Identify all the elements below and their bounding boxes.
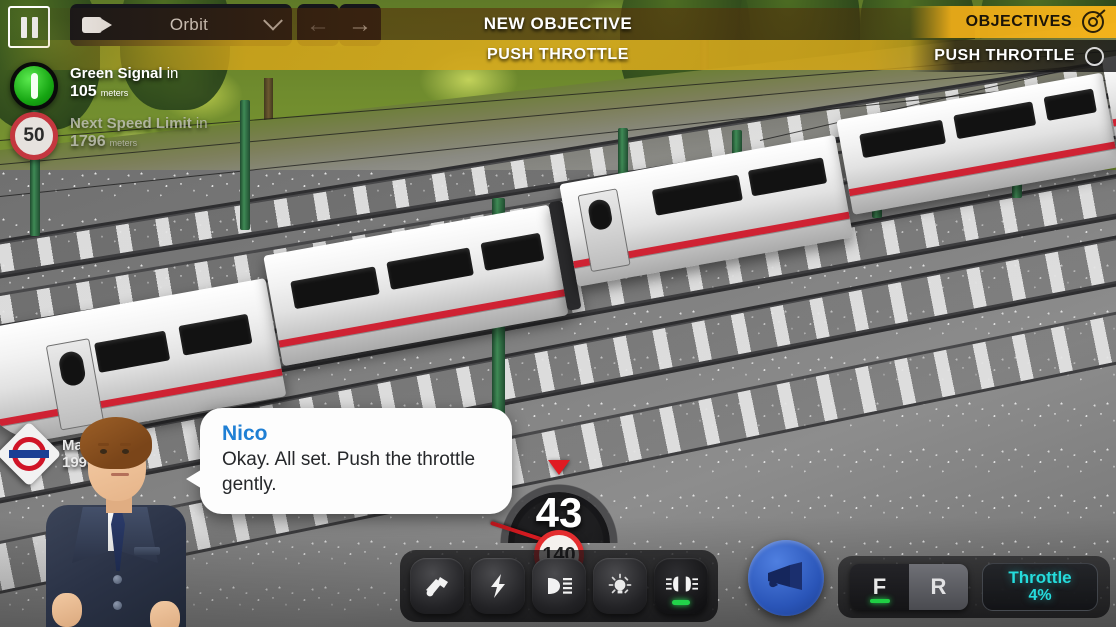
camera-next-button[interactable]: → [339,4,381,46]
signal-distance-line: 105 meters [70,83,178,101]
objective-task-text: PUSH THROTTLE [486,46,630,63]
pause-icon [31,16,38,38]
camera-prev-button[interactable]: ← [297,4,339,46]
chevron-down-icon[interactable] [263,10,283,31]
horn-whistle-button[interactable] [410,558,464,614]
objective-heading: NEW OBJECTIVE [483,14,633,33]
avatar-pocket [134,547,160,555]
speed-limit-sign-icon: 50 [10,112,58,160]
pause-icon [20,16,27,38]
light-bulb-icon [605,573,635,599]
hud-overlay: Orbit ← → NEW OBJECTIVE PUSH THROTTLE OB… [0,0,1116,627]
throttle-value: 4% [1028,586,1052,604]
control-button-bar [400,550,718,622]
limit-title: Next Speed Limit [70,115,192,132]
avatar-hair [80,417,152,469]
avatar-button [113,575,122,584]
dialogue-text: Okay. All set. Push the throttle gently. [222,449,476,495]
dual-headlight-button[interactable] [654,558,708,614]
direction-reverse-label: R [930,574,947,599]
target-icon [1082,9,1106,33]
limit-distance-line: 1796 meters [70,133,208,151]
direction-switch[interactable]: F R [850,564,968,610]
direction-forward-option[interactable]: F [850,564,909,610]
signal-title-line: Green Signal in [70,65,178,82]
direction-reverse-option[interactable]: R [909,564,968,610]
avatar-button [113,601,122,610]
dialogue-bubble[interactable]: Nico Okay. All set. Push the throttle ge… [186,408,512,514]
cab-light-button[interactable] [593,558,647,614]
throttle-label: Throttle [1008,567,1072,587]
arrow-right-icon: → [348,11,372,38]
signal-distance-unit: meters [100,88,129,98]
speed-value: 43 [535,489,583,536]
avatar-hand [150,601,180,627]
headlight-button[interactable] [532,558,586,614]
next-speed-limit-indicator: 50 Next Speed Limit in 1796 meters [10,112,208,160]
camera-mode-selector[interactable]: Orbit [70,4,292,46]
lightning-bolt-icon [483,573,513,599]
green-signal-icon [10,62,58,110]
game-screen: Orbit ← → NEW OBJECTIVE PUSH THROTTLE OB… [0,0,1116,627]
circle-unchecked-icon[interactable] [1085,46,1104,66]
objectives-panel-header[interactable]: OBJECTIVES [910,6,1116,38]
avatar [18,415,193,627]
green-signal-indicator: Green Signal in 105 meters [10,62,178,110]
avatar-eyebrow [98,443,109,446]
signal-distance: 105 [70,83,97,100]
avatar-mouth [111,473,129,476]
signal-connector: in [166,65,179,82]
limit-distance-unit: meters [109,138,138,148]
dialogue-speaker: Nico [222,422,268,445]
pantograph-button[interactable] [471,558,525,614]
objective-list-item[interactable]: PUSH THROTTLE [910,40,1116,72]
arrow-left-icon: ← [306,11,330,38]
avatar-eyebrow [120,443,131,446]
objectives-title: OBJECTIVES [965,13,1072,30]
direction-forward-label: F [872,574,887,599]
horn-icon [764,560,808,597]
signal-title: Green Signal [70,65,163,82]
video-camera-icon [82,15,112,35]
throttle-display[interactable]: Throttle 4% [982,563,1098,611]
limit-title-line: Next Speed Limit in [70,115,208,132]
objective-item-label: PUSH THROTTLE [934,47,1075,64]
active-indicator-led [672,600,690,605]
horn-button[interactable] [748,540,824,616]
whistle-icon [422,573,452,599]
limit-connector: in [195,115,208,132]
avatar-hand [52,593,82,627]
camera-mode-label: Orbit [169,15,209,34]
headlight-beam-icon [544,573,574,599]
avatar-eye [122,449,129,454]
red-triangle-marker-icon [548,460,570,475]
limit-distance: 1796 [70,133,106,150]
drive-controls-panel: F R Throttle 4% [838,556,1110,618]
active-indicator-led [869,598,890,603]
avatar-eye [100,449,107,454]
dual-headlight-icon [666,573,698,599]
pause-button[interactable] [8,6,50,48]
